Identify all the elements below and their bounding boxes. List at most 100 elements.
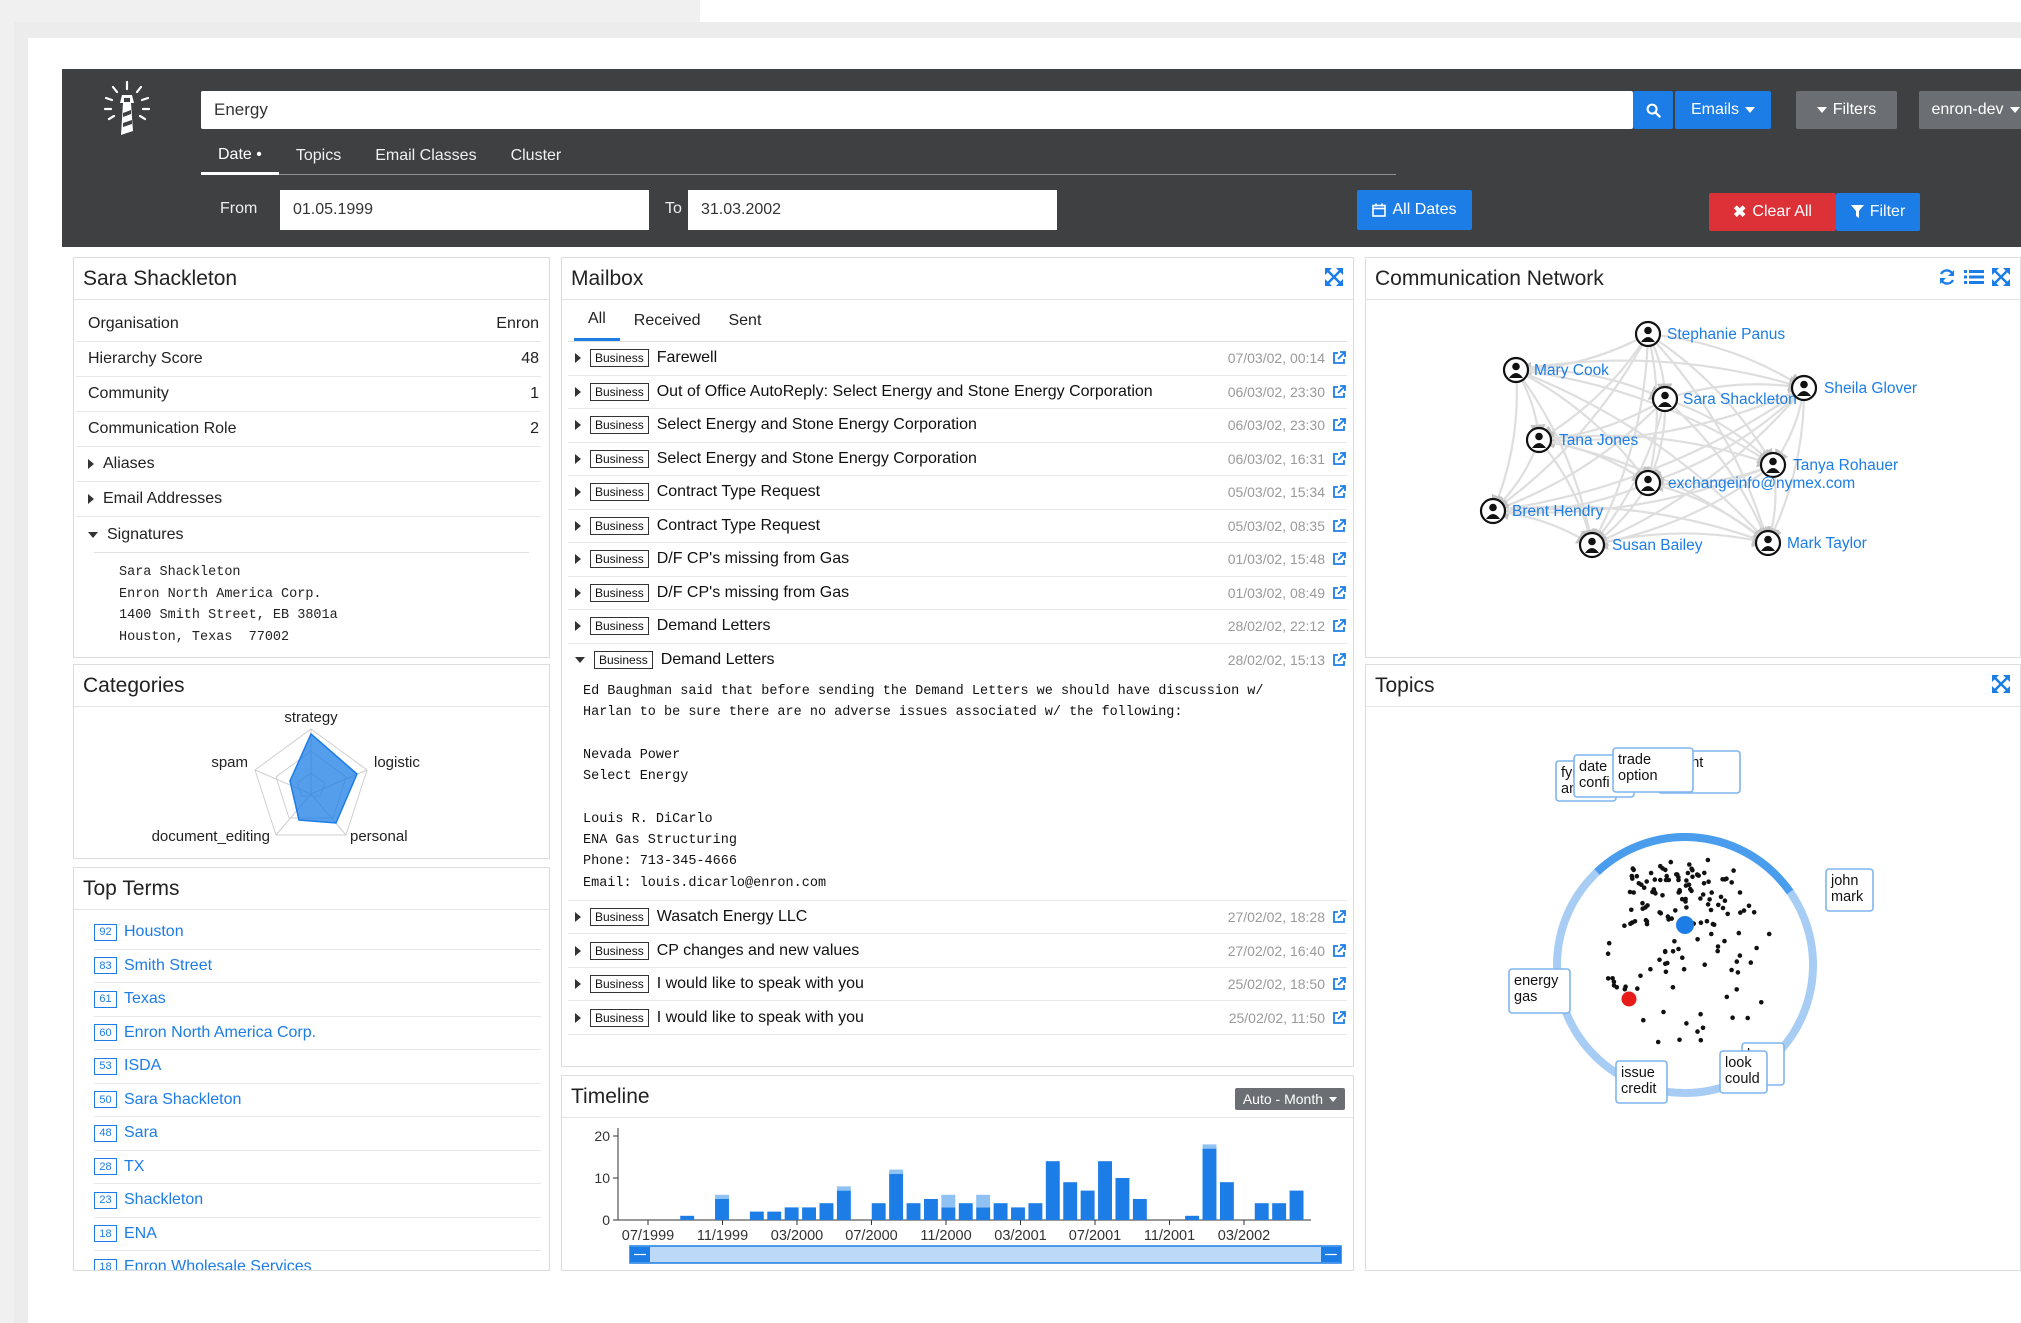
term-link[interactable]: ISDA	[124, 1057, 161, 1075]
email-dot[interactable]	[1652, 877, 1658, 882]
expand-icon[interactable]	[1992, 268, 2010, 286]
email-dot[interactable]	[1734, 959, 1740, 964]
timeline-bar[interactable]	[923, 1199, 938, 1220]
timeline-bar[interactable]	[906, 1203, 921, 1220]
timeline-bar-secondary[interactable]	[889, 1169, 904, 1174]
email-addresses-expander[interactable]: Email Addresses	[76, 482, 541, 517]
email-dot[interactable]	[1725, 911, 1730, 917]
email-dot[interactable]	[1661, 1009, 1666, 1015]
email-dot[interactable]	[1724, 994, 1730, 1000]
email-dot[interactable]	[1622, 986, 1628, 992]
timeline-bar[interactable]	[680, 1215, 695, 1220]
expand-icon[interactable]	[1325, 268, 1343, 286]
timeline-bar[interactable]	[1132, 1199, 1147, 1220]
email-dot[interactable]	[1657, 957, 1662, 963]
email-dot[interactable]	[1645, 903, 1650, 908]
email-dot[interactable]	[1707, 897, 1712, 902]
email-dot[interactable]	[1710, 921, 1716, 927]
email-dot[interactable]	[1698, 1011, 1703, 1017]
clear-all-button[interactable]: ✖ Clear All	[1709, 193, 1836, 231]
timeline-bar[interactable]	[767, 1211, 782, 1220]
lighthouse-logo-icon[interactable]	[99, 79, 155, 139]
email-dot[interactable]	[1684, 1021, 1689, 1026]
external-link-icon[interactable]	[1331, 909, 1347, 925]
email-dot[interactable]	[1622, 923, 1627, 928]
timeline-bar[interactable]	[802, 1207, 817, 1220]
network-node[interactable]: Tana Jones	[1525, 426, 1639, 454]
timeline-bar-secondary[interactable]	[715, 1194, 729, 1199]
network-node[interactable]: Mary Cook	[1502, 356, 1609, 384]
all-dates-button[interactable]: All Dates	[1357, 190, 1472, 230]
term-link[interactable]: ENA	[124, 1225, 157, 1243]
timeline-bar[interactable]	[1011, 1207, 1025, 1220]
timeline-bar[interactable]	[1185, 1215, 1200, 1220]
dataset-dropdown[interactable]: enron-dev	[1919, 91, 2021, 129]
email-dot[interactable]	[1705, 902, 1711, 907]
term-row[interactable]: 83 Smith Street	[94, 950, 541, 983]
tab-cluster[interactable]: Cluster	[494, 137, 579, 175]
email-dot[interactable]	[1648, 870, 1654, 876]
timeline-bar[interactable]	[784, 1207, 799, 1220]
tab-all[interactable]: All	[574, 300, 620, 341]
external-link-icon[interactable]	[1331, 518, 1347, 534]
email-dot[interactable]	[1679, 896, 1685, 902]
mail-row[interactable]: Business Wasatch Energy LLC 27/02/02, 18:2…	[568, 901, 1347, 935]
external-link-icon[interactable]	[1331, 652, 1347, 668]
email-dot[interactable]	[1644, 879, 1649, 884]
email-dot[interactable]	[1687, 862, 1692, 867]
term-row[interactable]: 48 Sara	[94, 1117, 541, 1151]
network-node[interactable]: Stephanie Panus	[1634, 320, 1785, 348]
network-node-label[interactable]: Tana Jones	[1559, 432, 1639, 449]
network-node-label[interactable]: Brent Hendry	[1512, 503, 1604, 520]
email-dot[interactable]	[1736, 930, 1742, 936]
email-dot[interactable]	[1766, 931, 1772, 937]
email-dot[interactable]	[1709, 931, 1714, 937]
email-dot[interactable]	[1644, 919, 1650, 924]
mail-row[interactable]: Business Select Energy and Stone Energy C…	[568, 443, 1347, 476]
timeline-bar-secondary[interactable]	[941, 1194, 956, 1208]
external-link-icon[interactable]	[1331, 1010, 1347, 1026]
network-node[interactable]: Sara Shackleton	[1651, 385, 1797, 413]
email-dot[interactable]	[1670, 949, 1676, 954]
timeline-bar[interactable]	[1219, 1182, 1234, 1220]
email-dot[interactable]	[1746, 903, 1752, 909]
topic-label[interactable]: issuecredit	[1615, 1060, 1668, 1104]
mail-row[interactable]: Business Out of Office AutoReply: Select …	[568, 376, 1347, 409]
timeline-bar-secondary[interactable]	[836, 1186, 851, 1191]
email-dot[interactable]	[1676, 946, 1681, 952]
timeline-bar[interactable]	[836, 1190, 851, 1220]
email-dot[interactable]	[1686, 882, 1692, 887]
external-link-icon[interactable]	[1331, 384, 1347, 400]
topic-label[interactable]: energygas	[1508, 968, 1571, 1014]
filters-toggle[interactable]: Filters	[1796, 91, 1897, 129]
email-dot[interactable]	[1701, 881, 1707, 886]
email-dot[interactable]	[1681, 966, 1687, 972]
external-link-icon[interactable]	[1331, 585, 1347, 601]
email-dot[interactable]	[1754, 945, 1759, 951]
timeline-bar[interactable]	[1289, 1190, 1304, 1220]
email-dot[interactable]	[1605, 951, 1611, 956]
network-node-label[interactable]: Susan Bailey	[1612, 537, 1703, 554]
term-link[interactable]: Texas	[124, 990, 166, 1008]
email-dot[interactable]	[1729, 967, 1734, 973]
network-node-label[interactable]: Mary Cook	[1534, 362, 1609, 379]
topic-label[interactable]: lookcould	[1719, 1050, 1768, 1094]
external-link-icon[interactable]	[1331, 618, 1347, 634]
email-dot[interactable]	[1655, 1039, 1661, 1045]
email-dot[interactable]	[1690, 874, 1695, 880]
mail-row[interactable]: Business CP changes and new values 27/02/0…	[568, 934, 1347, 968]
external-link-icon[interactable]	[1331, 976, 1347, 992]
timeline-bar[interactable]	[941, 1207, 956, 1220]
email-dot[interactable]	[1722, 898, 1728, 903]
aliases-expander[interactable]: Aliases	[76, 447, 541, 482]
from-date-input[interactable]	[280, 190, 649, 230]
emails-dropdown[interactable]: Emails	[1675, 91, 1771, 129]
network-node[interactable]: Brent Hendry	[1479, 497, 1604, 525]
email-dot[interactable]	[1734, 987, 1739, 992]
tab-received[interactable]: Received	[620, 300, 715, 341]
email-dot[interactable]	[1658, 877, 1663, 883]
external-link-icon[interactable]	[1331, 417, 1347, 433]
email-dot[interactable]	[1660, 893, 1665, 898]
email-dot[interactable]	[1684, 878, 1689, 883]
email-dot[interactable]	[1698, 896, 1703, 901]
